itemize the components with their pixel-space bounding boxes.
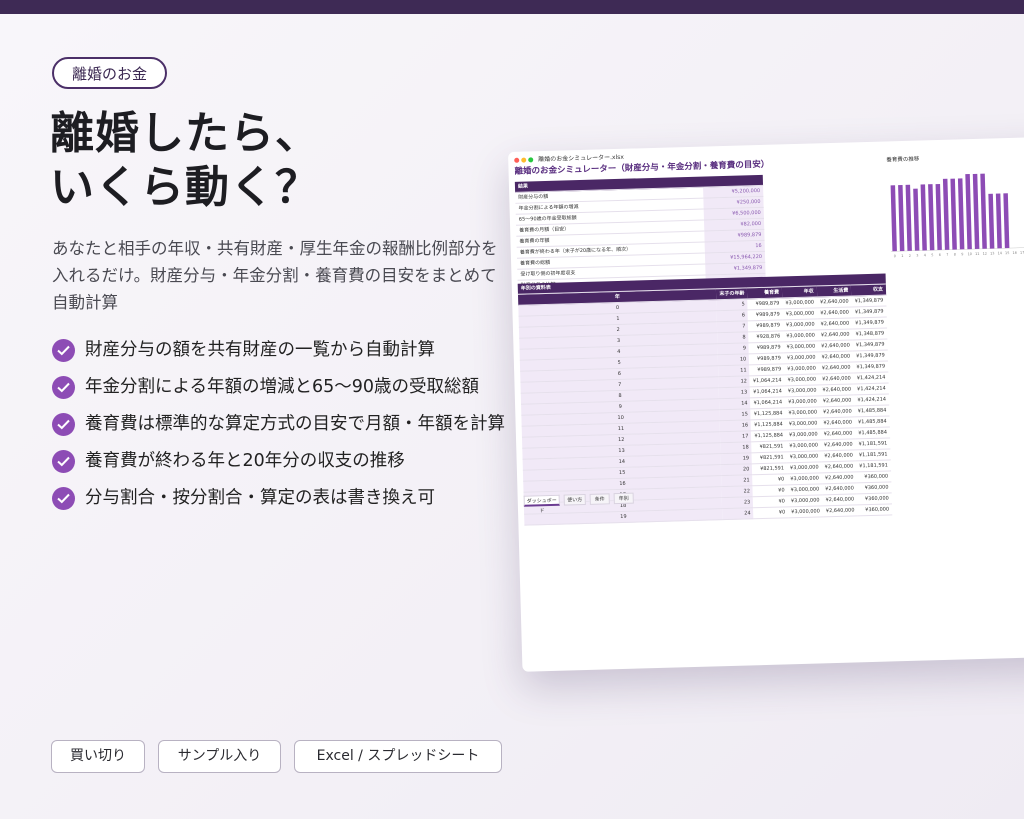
sheet-tab[interactable]: 条件	[589, 493, 610, 505]
table-cell: 8	[717, 331, 749, 344]
top-accent-bar	[0, 0, 1024, 14]
x-tick-label: 5	[931, 253, 933, 257]
table-cell: 22	[721, 485, 754, 498]
x-tick-label: 15	[1005, 251, 1010, 255]
chart-bar	[972, 173, 980, 250]
chart-bar	[913, 188, 920, 251]
x-tick-label: 3	[916, 254, 918, 258]
x-tick-label: 2	[909, 254, 911, 258]
x-tick-label: 13	[990, 251, 995, 255]
chart-bar	[935, 183, 942, 251]
table-cell: 21	[721, 474, 753, 487]
description: あなたと相手の年収・共有財産・厚生年金の報酬比例部分を入れるだけ。財産分与・年金…	[52, 239, 498, 312]
feature-text: 養育費が終わる年と20年分の収支の推移	[85, 451, 405, 471]
chart-bar	[988, 193, 995, 249]
chart-bar	[928, 184, 935, 251]
category-tag: 離婚のお金	[52, 57, 168, 89]
x-tick-label: 7	[946, 253, 948, 257]
sheet-tab[interactable]: 年別	[613, 492, 634, 505]
feature-text: 養育費は標準的な算定方式の目安で月額・年額を計算	[85, 414, 505, 434]
chart-bar	[920, 184, 927, 251]
chart-bar	[950, 178, 957, 250]
x-tick-label: 1	[901, 254, 903, 258]
table-cell: 5	[716, 298, 748, 311]
table-cell: 15	[719, 408, 752, 421]
sheet-tab[interactable]: ダッシュボード	[523, 494, 560, 514]
feature-item: 養育費は標準的な算定方式の目安で月額・年額を計算	[52, 411, 512, 438]
check-icon	[52, 487, 75, 510]
bar-chart: 012345678910111213141516171819	[890, 173, 1024, 258]
page-title: 離婚したら、 いくら動く？	[50, 107, 320, 215]
table-cell: 7	[717, 320, 749, 333]
feature-list: 財産分与の額を共有財産の一覧から自動計算 年金分割による年額の増減と65〜90歳…	[52, 337, 512, 522]
table-cell: ¥3,000,000	[788, 505, 824, 518]
feature-text: 年金分割による年額の増減と65〜90歳の受取総額	[85, 377, 480, 397]
x-tick-label: 9	[961, 252, 963, 256]
x-tick-label: 4	[924, 253, 927, 257]
x-tick-label: 8	[954, 253, 956, 257]
table-cell: 10	[718, 353, 750, 366]
chart-bar	[965, 174, 972, 250]
yearly-table: 年別の資料表年末子の年齢 養育費 年収 生活費 収支 0 5 ¥989,879 ¥3,000,…	[517, 273, 893, 526]
minimize-dot-icon	[521, 157, 527, 163]
maximize-dot-icon	[528, 157, 534, 163]
close-dot-icon	[514, 157, 520, 163]
badge-one-time-purchase: 買い切り	[51, 740, 145, 773]
x-tick-label: 0	[894, 254, 896, 258]
summary-table: 結果 財産分与の額 ¥5,200,000 年金分割による年額の増減 ¥250,000 6…	[514, 174, 766, 292]
check-icon	[52, 339, 75, 362]
chart-bar	[995, 193, 1002, 249]
table-cell: 13	[719, 386, 751, 399]
feature-text: 財産分与の額を共有財産の一覧から自動計算	[85, 340, 435, 360]
chart-bar	[980, 173, 987, 249]
table-cell: 9	[717, 342, 750, 355]
feature-item: 財産分与の額を共有財産の一覧から自動計算	[52, 337, 512, 364]
x-tick-label: 6	[939, 253, 941, 257]
check-icon	[52, 450, 75, 473]
table-cell: ¥360,000	[857, 503, 893, 516]
chart-panel: 養育費の推移 012345678910111213141516171819	[884, 151, 1024, 265]
x-tick-label: 17	[1020, 251, 1024, 255]
chart-bar	[898, 185, 905, 252]
chart-bar	[942, 178, 950, 250]
check-icon	[52, 376, 75, 399]
badge-sample-included: サンプル入り	[158, 740, 281, 773]
table-cell: 14	[719, 397, 751, 410]
spreadsheet-preview: 離婚のお金シミュレーター.xlsx 離婚のお金シミュレーター（財産分与・年金分割…	[508, 135, 1024, 672]
table-cell: 18	[720, 441, 752, 454]
table-cell: 11	[718, 364, 750, 377]
table-cell: 19	[720, 452, 753, 465]
x-tick-label: 12	[982, 252, 987, 256]
table-cell: 12	[718, 375, 751, 388]
chart-bar	[1003, 193, 1010, 249]
page-title-line-2: いくら動く？	[50, 162, 320, 213]
sheet-tab[interactable]: 使い方	[563, 493, 586, 506]
badge-excel-spreadsheet: Excel / スプレッドシート	[294, 740, 502, 773]
page-title-line-1: 離婚したら、	[50, 108, 320, 159]
feature-text: 分与割合・按分割合・算定の表は書き換え可	[85, 488, 435, 508]
table-cell: ¥2,640,000	[822, 504, 858, 517]
x-tick-label: 16	[1012, 251, 1017, 255]
feature-item: 養育費が終わる年と20年分の収支の推移	[52, 448, 512, 475]
chart-bar	[890, 185, 897, 252]
table-cell: 17	[720, 430, 752, 443]
column-header: 末子の年齢	[716, 287, 748, 300]
x-tick-label: 11	[975, 252, 980, 256]
table-cell: ¥0	[753, 506, 789, 519]
x-tick-label: 14	[997, 251, 1002, 255]
table-cell: 20	[721, 463, 753, 476]
x-tick-label: 10	[967, 252, 972, 256]
table-cell: 6	[716, 309, 749, 322]
chart-bar	[905, 184, 912, 251]
chart-bar	[957, 178, 965, 250]
table-cell: 24	[722, 507, 754, 520]
table-cell: 16	[720, 419, 752, 432]
check-icon	[52, 413, 75, 436]
feature-item: 年金分割による年額の増減と65〜90歳の受取総額	[52, 374, 512, 401]
feature-item: 分与割合・按分割合・算定の表は書き換え可	[52, 485, 512, 512]
table-cell: 23	[722, 496, 754, 509]
